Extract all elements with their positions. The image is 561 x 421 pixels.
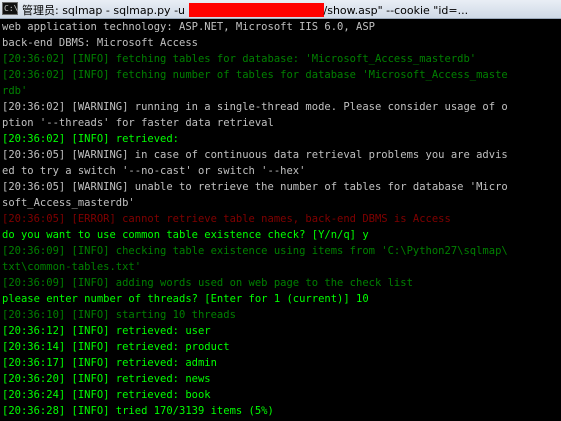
console-line: web application technology: ASP.NET, Mic… (2, 21, 375, 33)
window-title-suffix: /show.asp" --cookie "id=... (323, 4, 469, 17)
window-titlebar[interactable]: C:\ 管理员: sqlmap - sqlmap.py -u /show.asp… (0, 0, 561, 19)
console-line: [20:36:02] [INFO] fetching tables for da… (2, 53, 477, 65)
console-line: [20:36:09] [INFO] adding words used on w… (2, 277, 413, 289)
redacted-url-block (188, 3, 324, 17)
console-line: txt\common-tables.txt' (2, 261, 142, 273)
console-line: [20:36:02] [WARNING] running in a single… (2, 101, 508, 113)
console-line: ed to try a switch '--no-cast' or switch… (2, 165, 306, 177)
window-title: 管理员: sqlmap - sqlmap.py -u /show.asp" --… (22, 2, 468, 18)
console-line: [20:36:02] [INFO] fetching number of tab… (2, 69, 508, 81)
console-line: back-end DBMS: Microsoft Access (2, 37, 198, 49)
console-line: [20:36:05] [WARNING] in case of continuo… (2, 149, 508, 161)
console-line: soft_Access_masterdb' (2, 197, 135, 209)
window-title-prefix: 管理员: sqlmap - sqlmap.py -u (22, 4, 189, 17)
console-line: [20:36:20] [INFO] retrieved: news (2, 373, 211, 385)
console-line: [20:36:28] [INFO] tried 170/3139 items (… (2, 405, 274, 417)
console-line: [20:36:05] [WARNING] unable to retrieve … (2, 181, 508, 193)
console-line: [20:36:05] [ERROR] cannot retrieve table… (2, 213, 451, 225)
console-line: [20:36:09] [INFO] checking table existen… (2, 245, 508, 257)
console-line: do you want to use common table existenc… (2, 229, 369, 241)
console-output[interactable]: web application technology: ASP.NET, Mic… (0, 19, 561, 421)
console-line: ption '--threads' for faster data retrie… (2, 117, 274, 129)
console-line: rdb' (2, 85, 28, 97)
console-line: [20:36:17] [INFO] retrieved: admin (2, 357, 217, 369)
console-line: [20:36:02] [INFO] retrieved: (2, 133, 180, 145)
console-line: [20:36:12] [INFO] retrieved: user (2, 325, 211, 337)
console-line: [20:36:24] [INFO] retrieved: book (2, 389, 211, 401)
console-line: [20:36:10] [INFO] starting 10 threads (2, 309, 236, 321)
console-line: please enter number of threads? [Enter f… (2, 293, 369, 305)
cmd-icon: C:\ (2, 2, 19, 15)
console-window: C:\ 管理员: sqlmap - sqlmap.py -u /show.asp… (0, 0, 561, 421)
console-line: [20:36:14] [INFO] retrieved: product (2, 341, 230, 353)
